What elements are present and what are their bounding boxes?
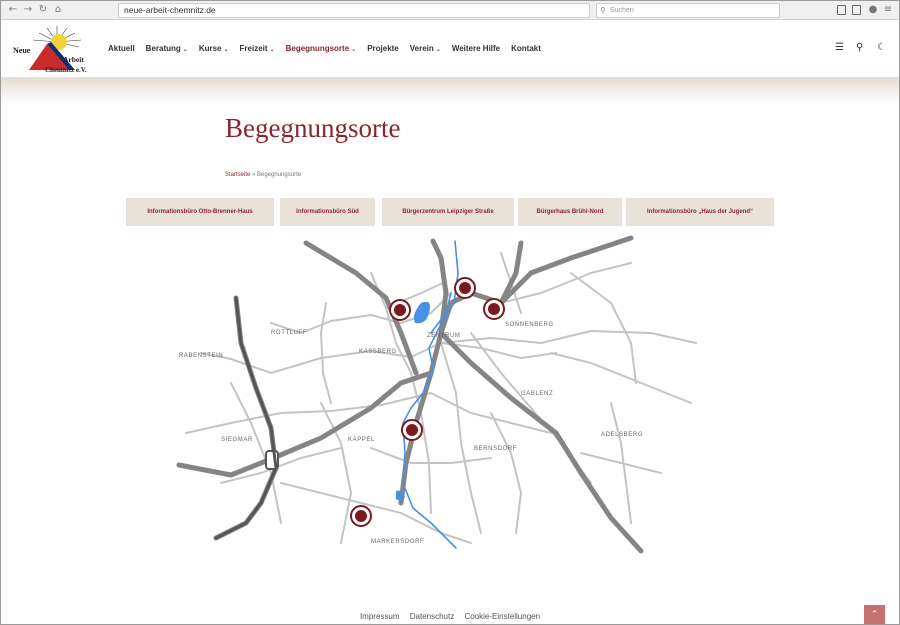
menu-item-kurse[interactable]: Kurse ⌄ — [199, 43, 229, 55]
tab-informationsbuero-sued[interactable]: Informationsbüro Süd — [280, 198, 375, 226]
menu-item-beratung[interactable]: Beratung ⌄ — [146, 43, 188, 55]
district-label: ROTTLUFF — [271, 330, 307, 336]
tab-buergerzentrum-leipziger-strasse[interactable]: Bürgerzentrum Leipziger Straße — [382, 198, 514, 226]
browser-search-placeholder: Suchen — [610, 7, 634, 14]
browser-window: ← → ↻ ⌂ neue-arbeit-chemnitz.de ⚲ Suchen… — [0, 0, 900, 625]
site-header: Neue Arbeit Chemnitz e.V. Aktuell Beratu… — [1, 20, 899, 77]
major-roads — [176, 235, 644, 554]
map-marker-zentrum-nord[interactable] — [454, 277, 476, 299]
url-bar[interactable]: neue-arbeit-chemnitz.de — [118, 3, 590, 18]
map-marker-markersdorf[interactable] — [350, 505, 372, 527]
district-label: ZENTRUM — [427, 333, 461, 339]
site-logo[interactable]: Neue Arbeit Chemnitz e.V. — [11, 24, 93, 76]
hamburger-menu-icon[interactable]: ≡ — [882, 4, 894, 16]
district-label: SONNENBERG — [505, 322, 554, 328]
logo-text-line3: Chemnitz e.V. — [45, 66, 87, 74]
forward-icon[interactable]: → — [22, 4, 34, 16]
menu-item-label: Freizeit — [239, 44, 268, 53]
library-icon[interactable] — [837, 5, 846, 15]
logo-text-line1: Neue — [13, 46, 31, 55]
menu-item-label: Kontakt — [511, 44, 541, 53]
menu-item-verein[interactable]: Verein ⌄ — [410, 43, 441, 55]
footer: Impressum Datenschutz Cookie-Einstellung… — [1, 612, 899, 621]
menu-item-label: Projekte — [367, 44, 399, 53]
footer-link-impressum[interactable]: Impressum — [360, 612, 400, 621]
logo-text-line2: Arbeit — [63, 55, 84, 64]
district-label: KASSBERG — [359, 349, 397, 355]
district-label: ADELSBERG — [601, 432, 643, 438]
footer-link-datenschutz[interactable]: Datenschutz — [410, 612, 454, 621]
menu-item-label: Begegnungsorte — [285, 44, 350, 53]
chevron-down-icon: ⌄ — [435, 46, 441, 53]
search-icon[interactable]: ⚲ — [856, 42, 863, 54]
district-label: KAPPEL — [348, 437, 375, 443]
district-label: BERNSDORF — [474, 446, 517, 452]
page-title: Begegnungsorte — [225, 113, 401, 143]
breadcrumb-separator: » — [252, 172, 256, 178]
browser-toolbar: ← → ↻ ⌂ neue-arbeit-chemnitz.de ⚲ Suchen… — [1, 1, 899, 20]
menu-item-projekte[interactable]: Projekte — [367, 43, 399, 55]
footer-link-cookie-einstellungen[interactable]: Cookie-Einstellungen — [464, 612, 540, 621]
tab-haus-der-jugend[interactable]: Informationsbüro „Haus der Jugend“ — [626, 198, 774, 226]
menu-item-weitere-hilfe[interactable]: Weitere Hilfe — [452, 43, 500, 55]
search-icon: ⚲ — [600, 6, 606, 15]
menu-item-label: Weitere Hilfe — [451, 44, 501, 53]
district-label: SIEGMAR — [221, 437, 253, 443]
menu-item-label: Beratung — [145, 44, 181, 53]
offcanvas-menu-icon[interactable]: ☰ — [835, 42, 844, 54]
menu-item-freizeit[interactable]: Freizeit ⌄ — [240, 43, 275, 55]
back-icon[interactable]: ← — [7, 4, 19, 16]
highway — [214, 296, 278, 540]
chevron-down-icon: ⌄ — [182, 46, 188, 53]
tab-otto-brenner-haus[interactable]: Informationsbüro Otto-Brenner-Haus — [126, 198, 274, 226]
breadcrumb-current: Begegnungsorte — [257, 172, 302, 178]
chevron-down-icon: ⌄ — [351, 46, 357, 53]
district-label: RABENSTEIN — [179, 353, 223, 359]
home-icon[interactable]: ⌂ — [52, 4, 64, 16]
account-icon[interactable]: ● — [867, 4, 879, 16]
menu-item-aktuell[interactable]: Aktuell — [108, 43, 135, 55]
map-marker-kappel[interactable] — [401, 419, 423, 441]
lake — [413, 301, 430, 324]
main-menu: Aktuell Beratung ⌄ Kurse ⌄ Freizeit ⌄ Begeg… — [108, 43, 552, 55]
breadcrumb: Startseite » Begegnungsorte — [225, 172, 301, 178]
menu-item-label: Kurse — [198, 44, 222, 53]
reload-icon[interactable]: ↻ — [37, 4, 49, 16]
scroll-to-top-button[interactable]: ⌃ — [864, 605, 885, 624]
header-shade — [1, 77, 899, 105]
menu-item-kontakt[interactable]: Kontakt — [511, 43, 541, 55]
sidebar-icon[interactable] — [852, 5, 861, 15]
chevron-down-icon: ⌄ — [223, 46, 229, 53]
breadcrumb-home-link[interactable]: Startseite — [225, 172, 250, 178]
menu-item-label: Aktuell — [108, 44, 135, 53]
chevron-down-icon: ⌄ — [269, 46, 275, 53]
browser-search-input[interactable]: ⚲ Suchen — [596, 3, 780, 18]
city-map: RABENSTEIN ROTTLUFF KASSBERG ZENTRUM SON… — [176, 235, 697, 554]
menu-item-label: Verein — [409, 44, 434, 53]
dark-mode-icon[interactable]: ☾ — [877, 42, 886, 54]
district-label: GABLENZ — [521, 391, 553, 397]
map-marker-sonnenberg[interactable] — [483, 298, 505, 320]
chevron-up-icon: ⌃ — [870, 610, 879, 620]
map-marker-kassberg[interactable] — [389, 299, 411, 321]
menu-item-begegnungsorte[interactable]: Begegnungsorte ⌄ — [286, 43, 357, 55]
tab-buergerhaus-bruehl-nord[interactable]: Bürgerhaus Brühl-Nord — [518, 198, 622, 226]
district-label: MARKERSDORF — [371, 539, 424, 545]
